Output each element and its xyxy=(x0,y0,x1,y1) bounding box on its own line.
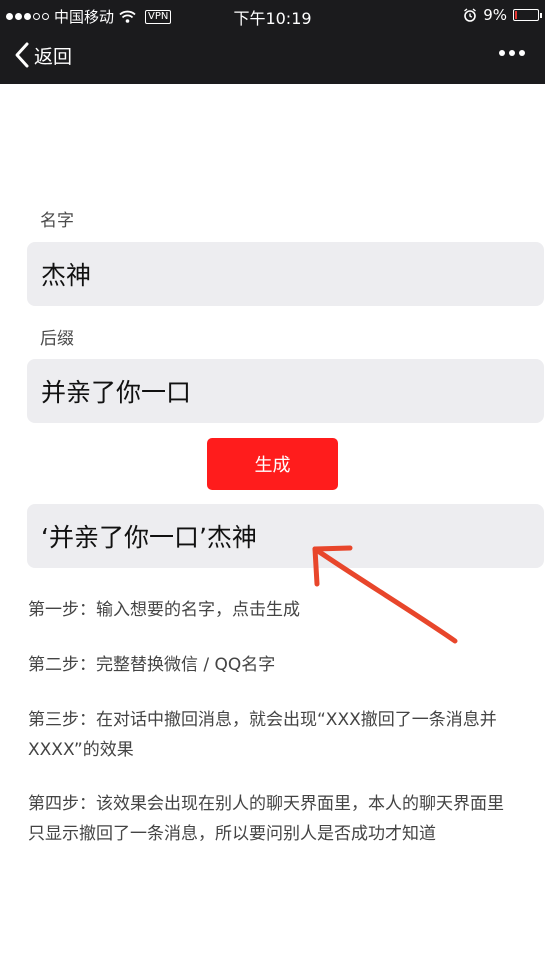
step-1: 第一步：输入想要的名字，点击生成 xyxy=(28,600,300,620)
generate-button[interactable]: 生成 xyxy=(207,438,338,490)
suffix-label: 后缀 xyxy=(40,329,74,349)
name-input[interactable] xyxy=(27,242,544,306)
step-2: 第二步：完整替换微信 / QQ名字 xyxy=(28,655,276,675)
step-4: 第四步：该效果会出现在别人的聊天界面里，本人的聊天界面里只显示撤回了一条消息，所… xyxy=(28,794,504,844)
back-label: 返回 xyxy=(34,45,73,68)
more-dot xyxy=(499,50,505,56)
chevron-left-icon xyxy=(15,42,29,68)
step-3: 第三步：在对话中撤回消息，就会出现“XXX撤回了一条消息并XXXX”的效果 xyxy=(28,710,497,760)
status-bar: 中国移动 VPN 下午10:19 9% xyxy=(0,0,545,30)
nav-bar: 返回 xyxy=(0,30,545,84)
status-right: 9% xyxy=(463,6,542,24)
suffix-input[interactable] xyxy=(27,359,544,423)
battery-fill xyxy=(515,11,517,19)
name-label: 名字 xyxy=(40,211,74,231)
battery-icon xyxy=(513,9,542,21)
more-button[interactable] xyxy=(499,50,525,56)
alarm-icon xyxy=(464,8,477,22)
more-dot xyxy=(519,50,525,56)
more-dot xyxy=(509,50,515,56)
battery-percent: 9% xyxy=(483,6,507,24)
back-button[interactable]: 返回 xyxy=(14,41,72,69)
